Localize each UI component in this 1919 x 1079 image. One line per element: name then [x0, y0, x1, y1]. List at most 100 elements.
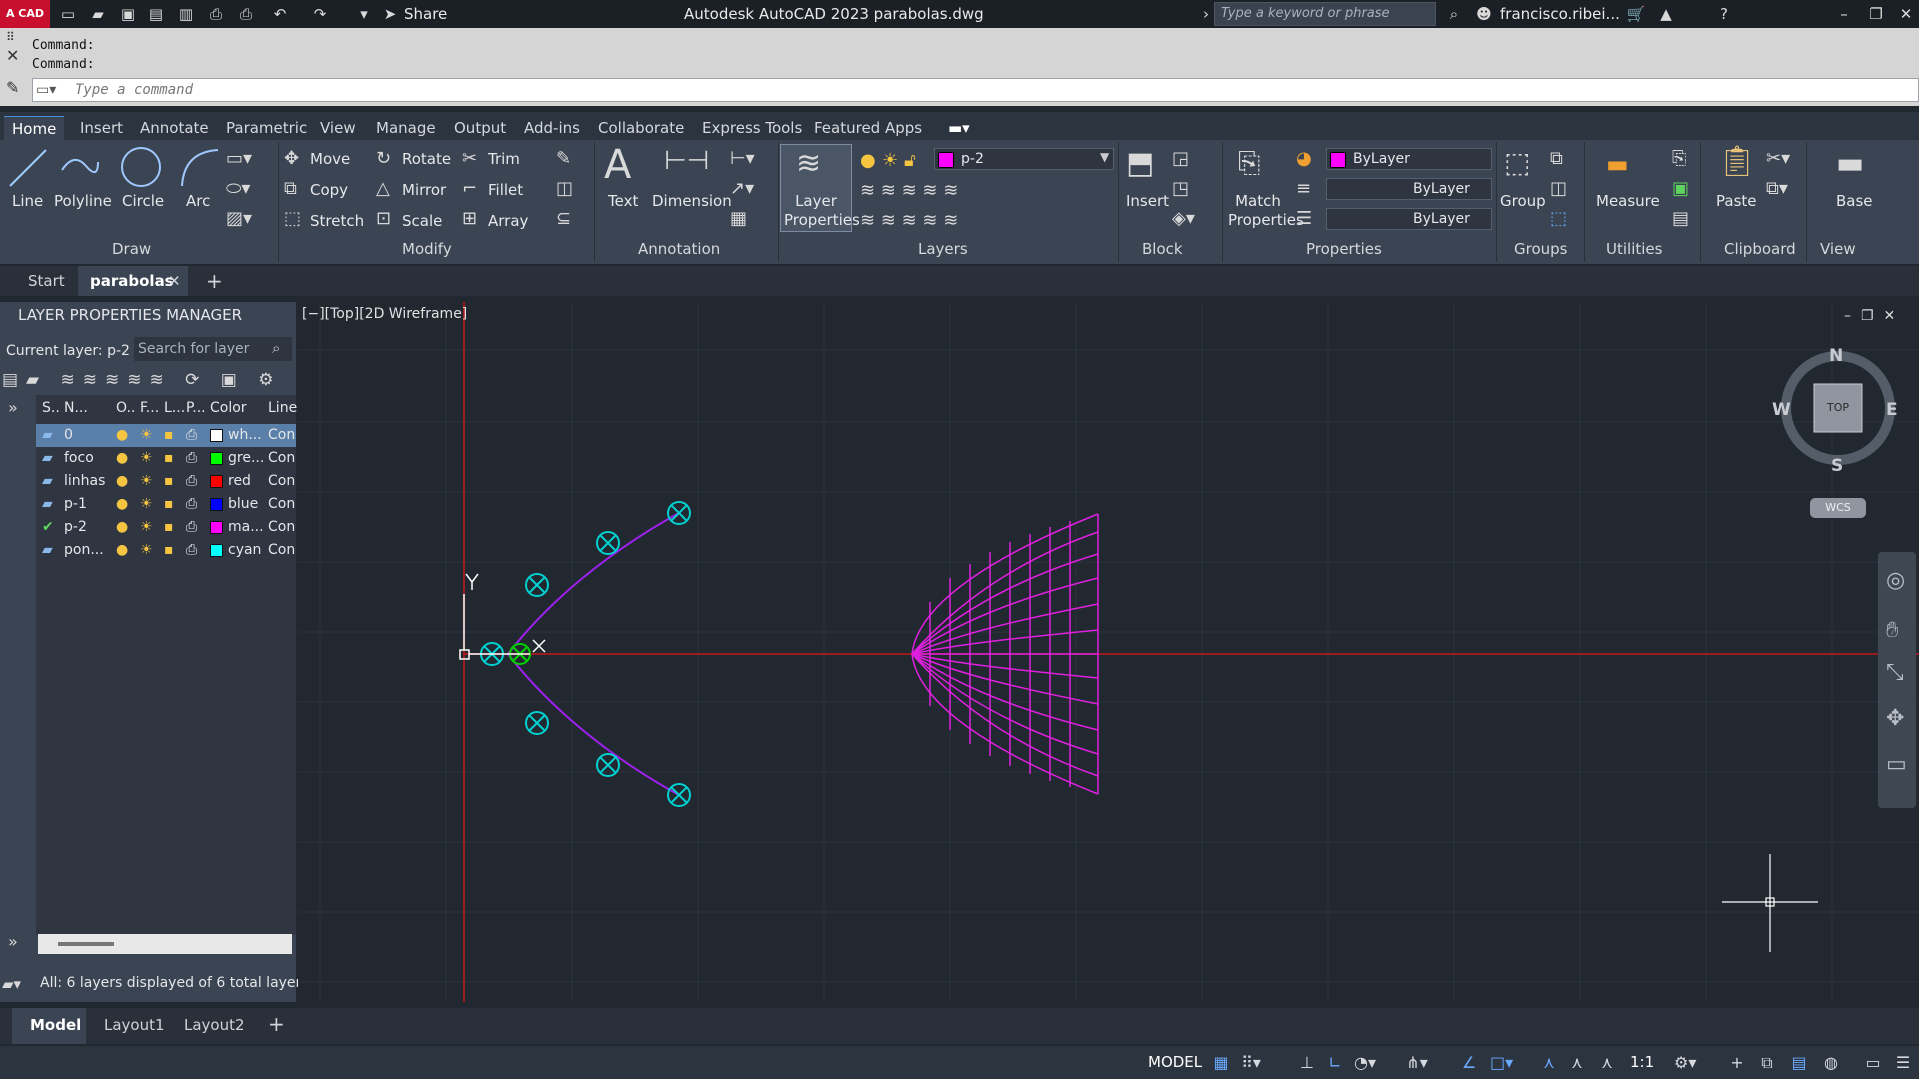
minimize-icon[interactable]: –: [1834, 4, 1854, 24]
mirror-button[interactable]: Mirror: [402, 181, 446, 199]
layer-color-swatch[interactable]: [210, 498, 223, 511]
layer-freeze-sun-icon[interactable]: ☀: [140, 542, 153, 558]
new-tab-icon[interactable]: +: [206, 269, 223, 293]
layer-color-swatch[interactable]: [210, 429, 223, 442]
grid-icon[interactable]: ▦: [1210, 1052, 1232, 1074]
paste-button[interactable]: Paste: [1716, 192, 1757, 210]
layer-color-name[interactable]: cyan: [228, 542, 261, 558]
hatch-icon[interactable]: ▨▾: [226, 208, 252, 229]
utilities-panel-title[interactable]: Utilities: [1606, 240, 1662, 258]
autodesk-icon[interactable]: ▲: [1656, 4, 1676, 24]
current-layer-dropdown[interactable]: p-2: [934, 148, 1114, 170]
tab-output[interactable]: Output: [446, 116, 514, 140]
annotation-scale-icon[interactable]: ⋏: [1596, 1052, 1618, 1074]
chevron-down-icon[interactable]: ▼: [1100, 150, 1109, 164]
layer-toolbar[interactable]: ▤▰ ≋≋≋≋≋ ⟳ ▣ ⚙: [2, 370, 282, 390]
tab-manage[interactable]: Manage: [368, 116, 444, 140]
layer-linetype[interactable]: Con: [268, 450, 295, 466]
layer-color-name[interactable]: blue: [228, 496, 258, 512]
publish-icon[interactable]: ▥: [176, 4, 196, 24]
layer-color-name[interactable]: wh...: [228, 427, 262, 443]
zoom-extents-icon[interactable]: ⤡: [1886, 660, 1904, 685]
move-icon[interactable]: ✥: [284, 148, 299, 169]
layer-plot-printer-icon[interactable]: ⎙: [186, 473, 197, 489]
workspace-gear-icon[interactable]: ⚙▾: [1674, 1052, 1696, 1074]
text-button[interactable]: Text: [608, 192, 638, 210]
base-button[interactable]: Base: [1836, 192, 1873, 210]
open-folder-icon[interactable]: ▰: [88, 4, 108, 24]
column-freeze[interactable]: F...: [140, 400, 159, 416]
circle-icon[interactable]: [118, 144, 164, 190]
mirror-icon[interactable]: △: [376, 178, 390, 199]
viewcube-south[interactable]: S: [1831, 456, 1843, 476]
new-file-icon[interactable]: ▭: [58, 4, 78, 24]
save-icon[interactable]: ▣: [118, 4, 138, 24]
copy-clip-icon[interactable]: ⧉▾: [1766, 178, 1788, 199]
linetype-dropdown[interactable]: ByLayer: [1326, 208, 1492, 230]
column-on[interactable]: O..: [116, 400, 135, 416]
cut-icon[interactable]: ✂▾: [1766, 148, 1790, 169]
paste-icon[interactable]: 📋︎: [1718, 144, 1756, 179]
drawing-area[interactable]: [298, 302, 1919, 1002]
layer-tool-icon[interactable]: ≋ ≋ ≋ ≋ ≋: [860, 210, 958, 231]
current-layer-check-icon[interactable]: ✔: [42, 519, 54, 535]
layer-color-name[interactable]: red: [228, 473, 251, 489]
auto-scale-icon[interactable]: ⋏: [1566, 1052, 1588, 1074]
polar-tracking-icon[interactable]: ◔▾: [1354, 1052, 1376, 1074]
trim-button[interactable]: Trim: [488, 150, 520, 168]
layer-name[interactable]: foco: [64, 450, 94, 466]
id-point-icon[interactable]: ⎘: [1672, 148, 1686, 169]
palette-title[interactable]: LAYER PROPERTIES MANAGER: [18, 306, 242, 324]
explode-icon[interactable]: ◫: [556, 178, 573, 199]
properties-panel-title[interactable]: Properties: [1306, 240, 1382, 258]
layer-freeze-sun-icon[interactable]: ☀: [140, 450, 153, 466]
quick-properties-icon[interactable]: ▤: [1788, 1052, 1810, 1074]
block-panel-title[interactable]: Block: [1142, 240, 1183, 258]
leader-icon[interactable]: ↗▾: [730, 178, 754, 199]
layer-lock-icon[interactable]: ▪: [164, 473, 174, 489]
viewcube-north[interactable]: N: [1829, 346, 1843, 366]
column-name[interactable]: N...: [64, 400, 88, 416]
column-lock[interactable]: L...: [164, 400, 185, 416]
layer-color-swatch[interactable]: [210, 544, 223, 557]
fillet-icon[interactable]: ⌐: [462, 178, 477, 199]
layer-lock-icon[interactable]: ▪: [164, 450, 174, 466]
ortho-icon[interactable]: ∟: [1324, 1052, 1346, 1074]
layer-lock-icon[interactable]: ▪: [164, 519, 174, 535]
quick-select-icon[interactable]: ▣: [1672, 178, 1689, 199]
command-recent-icon[interactable]: ▭▾: [36, 82, 56, 98]
command-input[interactable]: Type a command: [32, 78, 1919, 102]
viewcube-west[interactable]: W: [1772, 400, 1791, 420]
circle-button[interactable]: Circle: [122, 192, 164, 210]
layer-on-bulb-icon[interactable]: ●: [116, 450, 128, 466]
copy-button[interactable]: Copy: [310, 181, 348, 199]
groups-panel-title[interactable]: Groups: [1514, 240, 1567, 258]
clipboard-panel-title[interactable]: Clipboard: [1724, 240, 1796, 258]
scrollbar-thumb[interactable]: [58, 942, 114, 946]
tab-collaborate[interactable]: Collaborate: [590, 116, 692, 140]
table-icon[interactable]: ▦: [730, 208, 747, 229]
tab-view[interactable]: View: [312, 116, 364, 140]
tab-featured-apps[interactable]: Featured Apps: [806, 116, 930, 140]
layer-on-bulb-icon[interactable]: ●: [116, 542, 128, 558]
view-panel-title[interactable]: View: [1820, 240, 1856, 258]
redo-icon[interactable]: ↷: [310, 4, 330, 24]
annotation-scale-dropdown[interactable]: 1:1: [1630, 1053, 1654, 1071]
lineweight-icon[interactable]: ≡: [1296, 178, 1311, 199]
viewport-controls[interactable]: [−][Top][2D Wireframe]: [302, 306, 467, 322]
user-icon[interactable]: ☻: [1474, 4, 1494, 24]
trim-icon[interactable]: ✂: [462, 148, 477, 169]
layer-linetype[interactable]: Con: [268, 473, 295, 489]
arc-button[interactable]: Arc: [186, 192, 210, 210]
close-icon[interactable]: ✕: [1896, 4, 1916, 24]
ungroup-icon[interactable]: ⧉: [1550, 148, 1563, 169]
object-snap-tracking-icon[interactable]: ∠: [1458, 1052, 1480, 1074]
tab-add-ins[interactable]: Add-ins: [516, 116, 588, 140]
layer-name[interactable]: 0: [64, 427, 73, 443]
match-properties-icon[interactable]: ⎘: [1238, 146, 1260, 180]
new-layout-icon[interactable]: +: [268, 1012, 285, 1036]
maximize-icon[interactable]: ❐: [1866, 4, 1886, 24]
layer-name[interactable]: p-1: [64, 496, 87, 512]
tab-insert[interactable]: Insert: [72, 116, 131, 140]
tab-model[interactable]: Model: [30, 1016, 81, 1034]
